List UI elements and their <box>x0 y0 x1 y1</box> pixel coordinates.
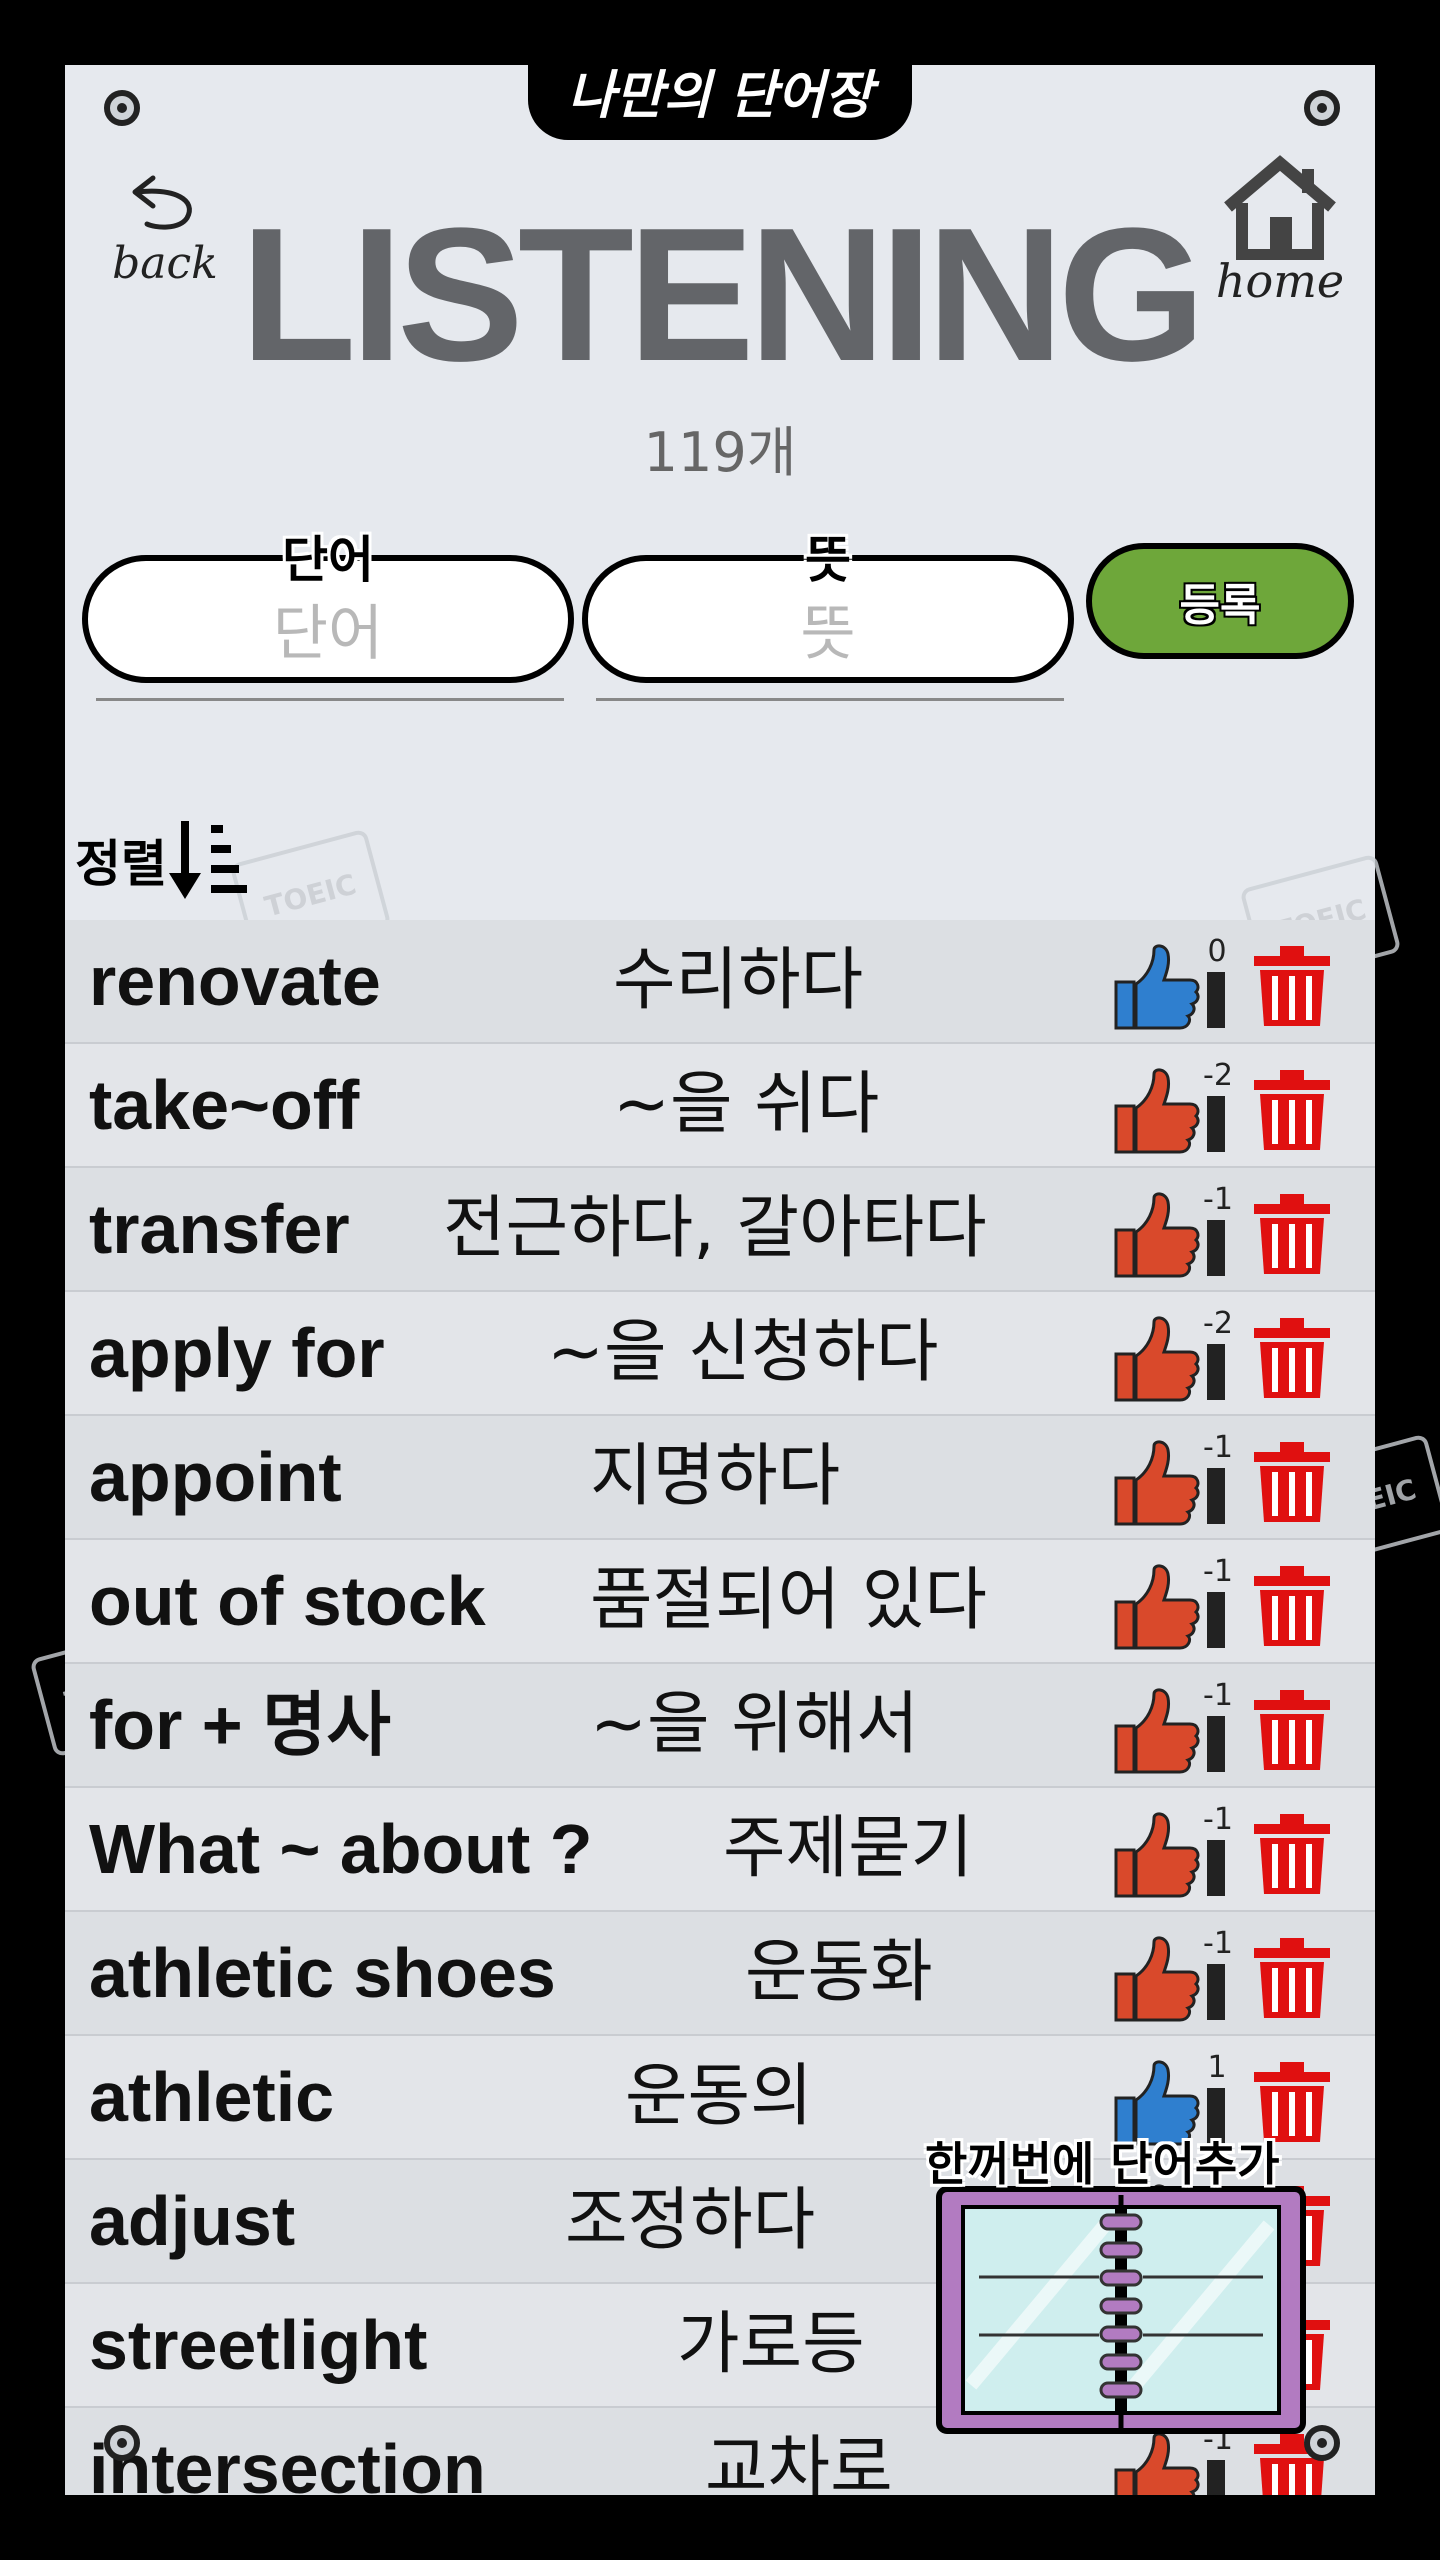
word-row[interactable]: renovate 수리하다 0 <box>65 920 1375 1044</box>
like-score: 0 <box>1207 934 1227 969</box>
meaning-text: ~을 신청하다 <box>547 1313 939 1392</box>
score-bar <box>1207 1592 1225 1648</box>
thumbs-up-icon[interactable] <box>1110 1810 1200 1900</box>
screw-icon <box>104 2425 140 2461</box>
word-field-label: 단어 <box>282 531 374 589</box>
like-score: -1 <box>1203 1182 1233 1217</box>
word-text: streetlight <box>89 2306 428 2384</box>
like-score: -1 <box>1203 1554 1233 1589</box>
meaning-text: 주제묻기 <box>723 1809 974 1888</box>
score-bar <box>1207 1220 1225 1276</box>
trash-icon[interactable] <box>1252 1068 1332 1152</box>
bulk-add-button[interactable] <box>935 2185 1307 2435</box>
thumbs-up-icon[interactable] <box>1110 1314 1200 1404</box>
bulk-add-label: 한꺼번에 단어추가 <box>925 2137 1280 2191</box>
thumbs-up-icon[interactable] <box>1110 1562 1200 1652</box>
thumbs-up-icon[interactable] <box>1110 1190 1200 1280</box>
word-row[interactable]: appoint 지명하다 -1 <box>65 1416 1375 1540</box>
score-bar <box>1207 1344 1225 1400</box>
trash-icon[interactable] <box>1252 944 1332 1028</box>
word-row[interactable]: apply for ~을 신청하다 -2 <box>65 1292 1375 1416</box>
word-row[interactable]: athletic shoes 운동화 -1 <box>65 1912 1375 2036</box>
score-bar <box>1207 1964 1225 2020</box>
notebook-icon <box>936 2186 1306 2434</box>
trash-icon[interactable] <box>1252 1564 1332 1648</box>
thumbs-up-icon[interactable] <box>1110 942 1200 1032</box>
like-score: -1 <box>1203 1678 1233 1713</box>
meaning-text: 수리하다 <box>613 941 864 1020</box>
meaning-text: 운동의 <box>625 2057 813 2136</box>
word-text: for + 명사 <box>89 1686 391 1764</box>
screw-icon <box>104 90 140 126</box>
meaning-text: ~을 위해서 <box>590 1685 919 1764</box>
like-score: -2 <box>1203 1058 1233 1093</box>
trash-icon[interactable] <box>1252 1440 1332 1524</box>
meaning-text: 가로등 <box>677 2305 865 2384</box>
meaning-text: 운동화 <box>745 1933 933 2012</box>
meaning-text: 품절되어 있다 <box>590 1561 987 1640</box>
sort-button[interactable]: 정렬 <box>75 815 247 905</box>
score-bar <box>1207 1468 1225 1524</box>
screw-icon <box>1304 90 1340 126</box>
thumbs-up-icon[interactable] <box>1110 1066 1200 1156</box>
word-text: renovate <box>89 942 381 1020</box>
like-score: -1 <box>1203 1430 1233 1465</box>
word-row[interactable]: for + 명사 ~을 위해서 -1 <box>65 1664 1375 1788</box>
score-bar <box>1207 1840 1225 1896</box>
page-title: LISTENING <box>240 189 1205 401</box>
word-text: appoint <box>89 1438 342 1516</box>
thumbs-up-icon[interactable] <box>1110 1438 1200 1528</box>
score-bar <box>1207 1096 1225 1152</box>
word-text: out of stock <box>89 1562 486 1640</box>
trash-icon[interactable] <box>1252 1192 1332 1276</box>
sort-label: 정렬 <box>75 835 167 893</box>
meaning-text: 조정하다 <box>565 2181 816 2260</box>
meaning-text: ~을 쉬다 <box>613 1065 880 1144</box>
app-title-tab: 나만의 단어장 <box>528 40 912 140</box>
word-row[interactable]: What ~ about ? 주제묻기 -1 <box>65 1788 1375 1912</box>
word-row[interactable]: transfer 전근하다, 갈아타다 -1 <box>65 1168 1375 1292</box>
register-button[interactable]: 등록 <box>1086 543 1354 659</box>
word-text: athletic shoes <box>89 1934 556 2012</box>
word-text: apply for <box>89 1314 385 1392</box>
like-score: -2 <box>1203 1306 1233 1341</box>
meaning-field-label: 뜻 <box>805 531 851 589</box>
trash-icon[interactable] <box>1252 1316 1332 1400</box>
meaning-text: 전근하다, 갈아타다 <box>443 1189 987 1268</box>
score-bar <box>1207 972 1225 1028</box>
meaning-field-underline <box>596 698 1064 701</box>
word-text: What ~ about ? <box>89 1810 593 1888</box>
trash-icon[interactable] <box>1252 1688 1332 1772</box>
word-row[interactable]: out of stock 품절되어 있다 -1 <box>65 1540 1375 1664</box>
meaning-text: 지명하다 <box>590 1437 841 1516</box>
like-score: 1 <box>1207 2050 1227 2085</box>
trash-icon[interactable] <box>1252 1936 1332 2020</box>
score-bar <box>1207 1716 1225 1772</box>
word-text: adjust <box>89 2182 296 2260</box>
word-row[interactable]: take~off ~을 쉬다 -2 <box>65 1044 1375 1168</box>
word-field-underline <box>96 698 564 701</box>
word-text: transfer <box>89 1190 350 1268</box>
bottom-frame <box>65 2495 1375 2560</box>
like-score: -1 <box>1203 1802 1233 1837</box>
like-score: -1 <box>1203 1926 1233 1961</box>
word-text: take~off <box>89 1066 360 1144</box>
word-count: 119개 <box>643 421 797 484</box>
sort-descending-icon <box>169 821 247 899</box>
trash-icon[interactable] <box>1252 1812 1332 1896</box>
screw-icon <box>1304 2425 1340 2461</box>
thumbs-up-icon[interactable] <box>1110 1934 1200 2024</box>
word-text: athletic <box>89 2058 335 2136</box>
thumbs-up-icon[interactable] <box>1110 1686 1200 1776</box>
